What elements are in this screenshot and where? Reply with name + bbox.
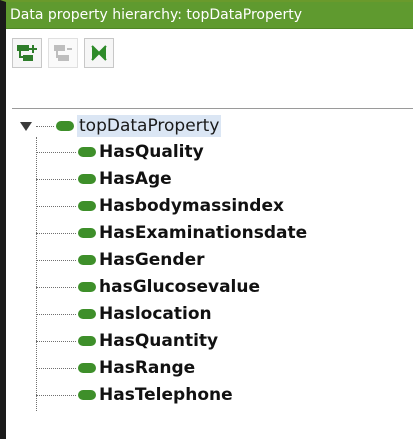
- tree-item-label[interactable]: HasExaminationsdate: [99, 222, 307, 244]
- data-property-icon: [78, 390, 96, 400]
- tree-item-label[interactable]: HasQuantity: [99, 330, 218, 352]
- tree-connector: [36, 259, 76, 261]
- tree-connector: [36, 125, 54, 127]
- tree-item[interactable]: HasAge: [36, 166, 172, 192]
- tree-connector: [36, 232, 76, 234]
- add-sibling-property-icon: [54, 45, 72, 61]
- toolbar: [6, 29, 413, 77]
- add-sibling-property-button[interactable]: [48, 38, 78, 68]
- tree-connector: [36, 151, 76, 153]
- tree-item-label[interactable]: HasRange: [99, 357, 195, 379]
- tree-connector: [36, 313, 76, 315]
- tree-item-label[interactable]: HasAge: [99, 168, 172, 190]
- data-property-icon: [78, 363, 96, 373]
- tree-item[interactable]: hasGlucosevalue: [36, 274, 260, 300]
- tree-connector: [36, 178, 76, 180]
- tree-item[interactable]: HasRange: [36, 355, 195, 381]
- tree-item[interactable]: HasQuantity: [36, 328, 218, 354]
- data-property-icon: [78, 282, 96, 292]
- tree-item-label[interactable]: hasGlucosevalue: [99, 276, 260, 298]
- data-property-icon: [56, 121, 74, 131]
- data-property-icon: [78, 228, 96, 238]
- expand-arrow-icon[interactable]: [20, 121, 32, 131]
- panel-title: Data property hierarchy: topDataProperty: [6, 2, 413, 29]
- data-property-icon: [78, 336, 96, 346]
- data-property-icon: [78, 174, 96, 184]
- tree-connector: [36, 205, 76, 207]
- data-property-icon: [78, 147, 96, 157]
- data-property-icon: [78, 201, 96, 211]
- tree-item-label[interactable]: HasQuality: [99, 141, 204, 163]
- tree-item[interactable]: HasGender: [36, 247, 205, 273]
- tree-item-label[interactable]: Hasbodymassindex: [99, 195, 284, 217]
- tree-item[interactable]: HasTelephone: [36, 382, 233, 408]
- tree-connector: [36, 286, 76, 288]
- tree-item[interactable]: HasQuality: [36, 139, 204, 165]
- tree-root-label[interactable]: topDataProperty: [77, 115, 222, 137]
- tree-item[interactable]: HasExaminationsdate: [36, 220, 307, 246]
- tree-item[interactable]: Hasbodymassindex: [36, 193, 284, 219]
- property-tree[interactable]: topDataProperty HasQuality HasAge Hasbod…: [12, 108, 413, 442]
- add-subproperty-button[interactable]: [12, 38, 42, 68]
- add-subproperty-icon: [17, 45, 37, 61]
- data-property-hierarchy-panel: Data property hierarchy: topDataProperty: [0, 0, 413, 442]
- tree-connector: [36, 340, 76, 342]
- delete-property-icon: [91, 45, 107, 61]
- data-property-icon: [78, 309, 96, 319]
- tree-connector: [36, 394, 76, 396]
- tree-root-row[interactable]: topDataProperty: [20, 113, 222, 139]
- tree-item[interactable]: Haslocation: [36, 301, 212, 327]
- delete-property-button[interactable]: [84, 38, 114, 68]
- tree-item-label[interactable]: HasTelephone: [99, 384, 233, 406]
- tree-item-label[interactable]: Haslocation: [99, 303, 212, 325]
- tree-item-label[interactable]: HasGender: [99, 249, 205, 271]
- data-property-icon: [78, 255, 96, 265]
- tree-connector: [36, 367, 76, 369]
